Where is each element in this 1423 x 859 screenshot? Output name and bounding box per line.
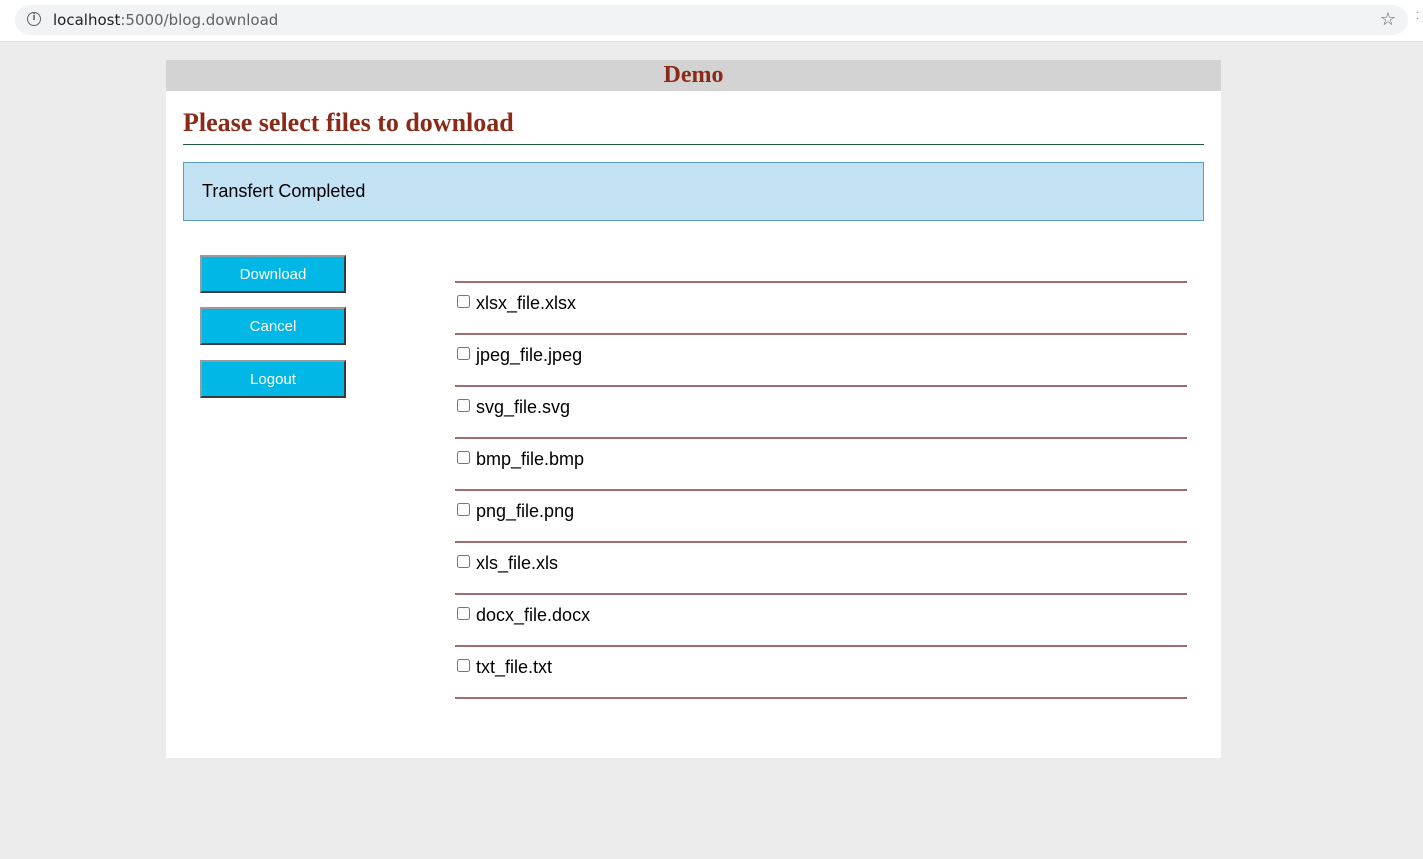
- logout-button[interactable]: Logout: [200, 360, 346, 398]
- file-row: png_file.png: [455, 491, 1187, 543]
- file-name: jpeg_file.jpeg: [476, 345, 583, 365]
- page-title: Please select files to download: [183, 108, 1204, 145]
- file-checkbox[interactable]: [457, 399, 470, 412]
- file-name: xlsx_file.xlsx: [476, 293, 577, 313]
- file-row: xls_file.xls: [455, 543, 1187, 595]
- file-checkbox[interactable]: [457, 295, 470, 308]
- file-checkbox[interactable]: [457, 503, 470, 516]
- file-row: xlsx_file.xlsx: [455, 283, 1187, 335]
- file-name: xls_file.xls: [476, 553, 559, 573]
- url-path: :5000/blog.download: [120, 11, 279, 29]
- file-row: bmp_file.bmp: [455, 439, 1187, 491]
- info-icon[interactable]: i: [27, 12, 41, 26]
- bookmark-star-icon[interactable]: ☆: [1380, 9, 1396, 30]
- browser-toolbar: i localhost:5000/blog.download ☆ · ·: [0, 0, 1423, 42]
- file-checkbox[interactable]: [457, 347, 470, 360]
- page-container: Demo Please select files to download Tra…: [166, 60, 1221, 758]
- status-alert: Transfert Completed: [183, 162, 1204, 221]
- file-name: png_file.png: [476, 501, 575, 521]
- url-text[interactable]: localhost:5000/blog.download: [53, 11, 278, 29]
- file-checkbox[interactable]: [457, 659, 470, 672]
- file-checkbox[interactable]: [457, 451, 470, 464]
- file-row: docx_file.docx: [455, 595, 1187, 647]
- download-button[interactable]: Download: [200, 255, 346, 293]
- file-name: bmp_file.bmp: [476, 449, 585, 469]
- url-host: localhost: [53, 11, 121, 29]
- address-bar[interactable]: i localhost:5000/blog.download ☆: [15, 5, 1408, 35]
- file-checkbox[interactable]: [457, 607, 470, 620]
- file-row: txt_file.txt: [455, 647, 1187, 699]
- file-name: txt_file.txt: [476, 657, 553, 677]
- file-list: xlsx_file.xlsx jpeg_file.jpeg svg_file.s…: [455, 281, 1187, 699]
- site-header: Demo: [166, 60, 1221, 91]
- file-name: docx_file.docx: [476, 605, 591, 625]
- file-checkbox[interactable]: [457, 555, 470, 568]
- browser-menu-icon[interactable]: · ·: [1416, 8, 1420, 24]
- file-row: jpeg_file.jpeg: [455, 335, 1187, 387]
- file-row: svg_file.svg: [455, 387, 1187, 439]
- cancel-button[interactable]: Cancel: [200, 307, 346, 345]
- file-name: svg_file.svg: [476, 397, 571, 417]
